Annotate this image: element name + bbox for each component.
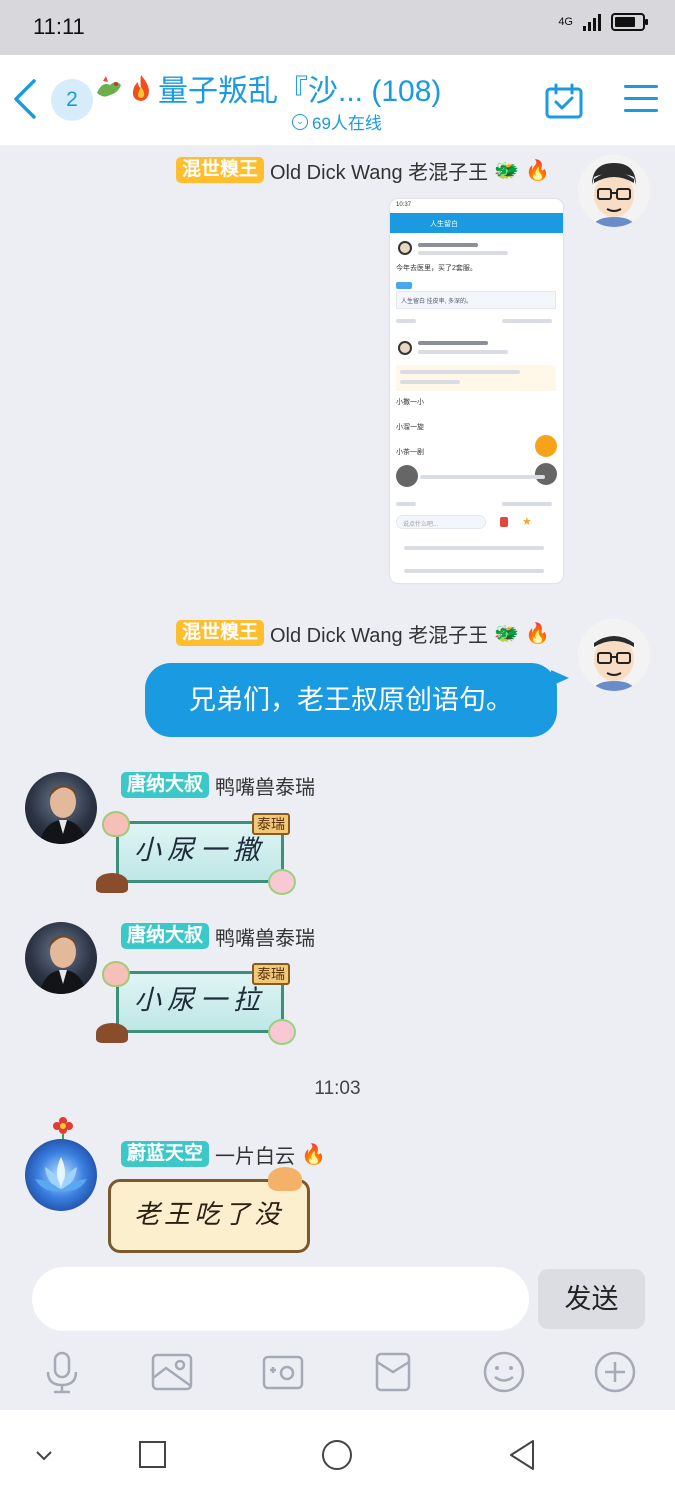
plus-icon[interactable] — [593, 1350, 637, 1394]
sticker-sign: 泰瑞 — [252, 963, 290, 985]
fire-emoji-icon: 🔥 — [525, 622, 550, 645]
screenshot-line-1: 小撒一小 — [396, 399, 424, 406]
sender-line: 混世糗王 Old Dick Wang 老混子王 🐲 🔥 — [175, 156, 550, 184]
system-navigation-bar — [0, 1410, 675, 1500]
screenshot-group-name: 人生留白 — [430, 221, 458, 228]
member-title-badge: 混世糗王 — [175, 157, 264, 183]
red-packet-icon[interactable] — [371, 1350, 415, 1394]
sender-name: Old Dick Wang 老混子王 — [270, 161, 489, 184]
lotus-icon — [35, 1157, 87, 1192]
sender-name: 鸭嘴兽泰瑞 — [215, 927, 316, 950]
flower-decoration-icon — [52, 1115, 74, 1139]
message-bubble[interactable]: 兄弟们，老王叔原创语句。 — [145, 663, 557, 737]
portrait-icon — [39, 785, 87, 844]
chevron-down-icon: ⌄ — [292, 113, 308, 130]
cartoon-face-icon — [578, 155, 650, 227]
screenshot-reply-placeholder: 说点什么吧... — [403, 522, 439, 528]
sender-name: 鸭嘴兽泰瑞 — [215, 776, 316, 799]
fire-emoji-icon: 🔥 — [525, 159, 550, 182]
dragon-emoji-icon — [97, 76, 121, 97]
online-count[interactable]: ⌄ 69人在线 — [292, 109, 382, 134]
screenshot-avatar — [398, 241, 412, 255]
avatar[interactable] — [578, 619, 650, 691]
screenshot-quote: 人生留白 挂皮率, 多深的。 — [401, 299, 473, 305]
status-bar: 11:11 4G — [0, 0, 675, 55]
calendar-check-icon[interactable] — [545, 83, 583, 119]
message-list[interactable]: 混世糗王 Old Dick Wang 老混子王 🐲 🔥 10:37 人生留白 今… — [0, 145, 675, 1263]
sticker-text: 老王吃了没 — [133, 1200, 284, 1230]
signal-icon — [583, 13, 601, 31]
group-title[interactable]: 量子叛乱『沙... (108) — [94, 69, 524, 108]
chevron-down-icon[interactable] — [24, 1437, 64, 1473]
sender-line: 蔚蓝天空 一片白云 🔥 — [121, 1140, 326, 1168]
unread-count-badge[interactable]: 2 — [51, 79, 93, 121]
status-time: 11:11 — [33, 14, 85, 39]
camera-icon[interactable] — [261, 1350, 305, 1394]
screenshot-line-2: 小溜一旋 — [396, 424, 424, 431]
network-type: 4G — [558, 16, 573, 28]
fire-emoji-icon: 🔥 — [301, 1143, 326, 1166]
avatar[interactable] — [25, 772, 97, 844]
home-icon[interactable] — [317, 1437, 357, 1473]
fire-emoji-icon — [132, 75, 149, 101]
dragon-emoji-icon: 🐲 — [494, 159, 520, 182]
cartoon-face-icon — [578, 619, 650, 691]
chat-header: 2 量子叛乱『沙... (108) ⌄ 69人在线 — [0, 55, 675, 145]
input-area: 发送 — [0, 1263, 675, 1410]
member-title-badge: 唐纳大叔 — [121, 772, 210, 798]
sender-name: Old Dick Wang 老混子王 — [270, 624, 489, 647]
dragon-emoji-icon: 🐲 — [494, 622, 520, 645]
member-title-badge: 唐纳大叔 — [121, 923, 210, 949]
avatar[interactable] — [25, 1139, 97, 1211]
emoji-icon[interactable] — [482, 1350, 526, 1394]
sticker-message[interactable]: 老王吃了没 — [102, 1167, 316, 1253]
portrait-icon — [39, 935, 87, 994]
shared-screenshot-image[interactable]: 10:37 人生留白 今年去医里，买了2套服。 人生留白 挂皮率, 多深的。 小… — [390, 199, 563, 583]
online-count-text: 69人在线 — [312, 114, 382, 133]
sender-line: 唐纳大叔 鸭嘴兽泰瑞 — [121, 922, 315, 950]
sender-name: 一片白云 — [215, 1145, 296, 1168]
avatar[interactable] — [25, 922, 97, 994]
battery-icon — [611, 13, 648, 31]
group-title-text: 量子叛乱『沙... (108) — [158, 75, 442, 108]
sender-line: 混世糗王 Old Dick Wang 老混子王 🐲 🔥 — [175, 619, 550, 647]
sticker-message[interactable]: 小尿一拉 泰瑞 — [96, 961, 302, 1047]
recent-apps-icon[interactable] — [132, 1437, 172, 1473]
status-indicators: 4G — [558, 13, 648, 31]
screenshot-line-3: 小茶一剧 — [396, 449, 424, 456]
screenshot-avatar — [398, 341, 412, 355]
microphone-icon[interactable] — [40, 1350, 84, 1394]
sticker-sign: 泰瑞 — [252, 813, 290, 835]
menu-icon[interactable] — [624, 85, 658, 115]
message-input[interactable] — [32, 1267, 529, 1331]
screenshot-post-text: 今年去医里，买了2套服。 — [396, 265, 477, 272]
sender-line: 唐纳大叔 鸭嘴兽泰瑞 — [121, 771, 315, 799]
avatar[interactable] — [578, 155, 650, 227]
member-title-badge: 混世糗王 — [175, 620, 264, 646]
back-icon[interactable] — [503, 1437, 543, 1473]
back-arrow-icon[interactable] — [10, 77, 40, 121]
sticker-message[interactable]: 小尿一撒 泰瑞 — [96, 811, 302, 897]
screenshot-status-time: 10:37 — [396, 202, 412, 208]
member-title-badge: 蔚蓝天空 — [121, 1141, 210, 1167]
screenshot-header-bar: 人生留白 — [390, 213, 563, 233]
time-separator: 11:03 — [314, 1078, 361, 1099]
send-button[interactable]: 发送 — [538, 1269, 645, 1329]
image-icon[interactable] — [150, 1350, 194, 1394]
